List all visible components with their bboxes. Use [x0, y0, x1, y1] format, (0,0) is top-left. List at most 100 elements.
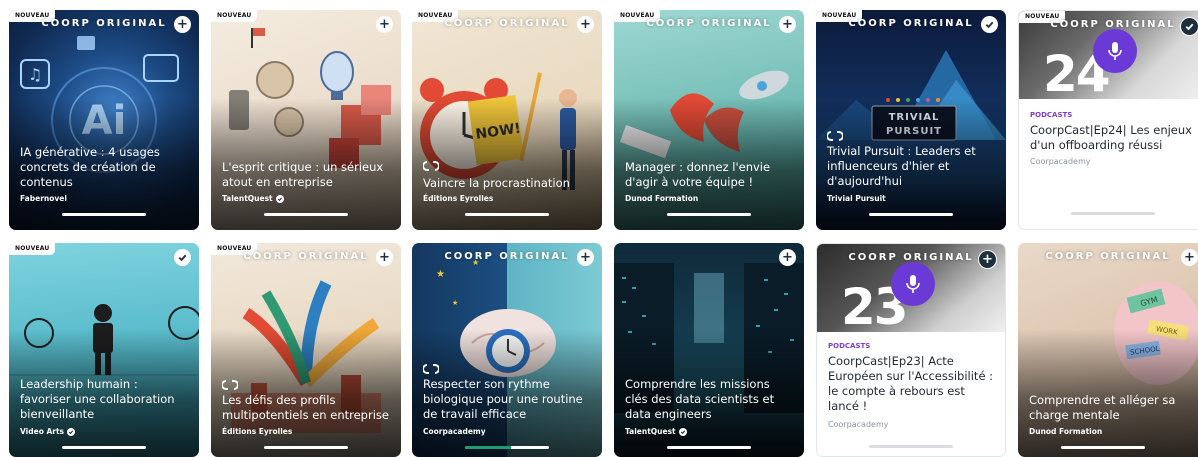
card-title: CoorpCast|Ep23| Acte Européen sur l'Acce…: [828, 354, 994, 413]
card-author: Coorpacademy: [1030, 157, 1091, 166]
podcast-category: PODCASTS: [828, 342, 871, 350]
card-author: Trivial Pursuit: [827, 194, 886, 203]
microphone-icon: [1093, 29, 1137, 73]
add-button[interactable]: +: [376, 16, 393, 33]
course-card-procrastination[interactable]: NOW! NOUVEAU COORP ORIGINAL + Vaincre la…: [412, 10, 602, 230]
author-name: TalentQuest: [625, 427, 676, 436]
card-title: Comprendre et alléger sa charge mentale: [1029, 393, 1176, 422]
author-name: Coorpacademy: [423, 427, 486, 436]
course-card-esprit-critique[interactable]: NOUVEAU + L'esprit critique : un sérieux…: [211, 10, 401, 230]
author-name: Dunod Formation: [1029, 427, 1103, 436]
card-author: Coorpacademy: [828, 420, 889, 429]
new-badge: NOUVEAU: [9, 243, 56, 255]
coorp-original-label: COORP ORIGINAL: [243, 251, 369, 262]
completed-check-button[interactable]: [981, 16, 998, 33]
author-name: Trivial Pursuit: [827, 194, 886, 203]
check-icon: [178, 254, 187, 262]
course-card-trivial-pursuit[interactable]: TRIVIAL PURSUIT NOUVEAU COORP ORIGINAL T…: [816, 10, 1006, 230]
coorp-original-label: COORP ORIGINAL: [1045, 251, 1171, 262]
verified-icon: [67, 427, 76, 436]
course-card-manager[interactable]: NOUVEAU COORP ORIGINAL + Manager : donne…: [614, 10, 804, 230]
coorp-original-label: COORP ORIGINAL: [848, 18, 974, 29]
card-author: Dunod Formation: [1029, 427, 1102, 436]
plus-icon: +: [1184, 250, 1195, 265]
add-button[interactable]: +: [376, 249, 393, 266]
course-card-rythme-biologique[interactable]: ★ ★ ★ COORP ORIGINAL + Respecter son ryt…: [412, 243, 602, 457]
podcast-card-ep24[interactable]: 24 NOUVEAU COORP ORIGINAL PODCASTS Coorp…: [1018, 10, 1198, 230]
card-title: L'esprit critique : un sérieux atout en …: [222, 160, 384, 189]
plus-icon: +: [782, 17, 793, 32]
progress-bar: [869, 213, 953, 216]
progress-bar: [465, 446, 549, 449]
card-title: IA générative : 4 usages concrets de cré…: [20, 145, 160, 189]
progress-fill: [465, 446, 512, 449]
card-author: Éditions Eyrolles: [222, 427, 292, 436]
add-button[interactable]: +: [779, 249, 796, 266]
progress-bar: [62, 446, 146, 449]
svg-text:★: ★: [452, 299, 458, 307]
progress-bar: [869, 445, 953, 448]
card-author: TalentQuest: [222, 194, 284, 203]
progress-bar: [1071, 212, 1155, 215]
card-author: Fabernovel: [20, 194, 67, 203]
coorp-original-label: COORP ORIGINAL: [41, 18, 167, 29]
podcast-category: PODCASTS: [1030, 111, 1073, 119]
progress-bar: [62, 213, 146, 216]
card-author: Coorpacademy: [423, 427, 486, 436]
coorp-original-label: COORP ORIGINAL: [444, 18, 570, 29]
author-name: Fabernovel: [20, 194, 67, 203]
card-author: TalentQuest: [625, 427, 687, 436]
progress-bar: [264, 446, 348, 449]
card-title: Trivial Pursuit : Leaders et influenceur…: [827, 144, 976, 188]
progress-bar: [667, 213, 751, 216]
add-button[interactable]: +: [577, 16, 594, 33]
course-card-leadership-humain[interactable]: NOUVEAU Leadership humain : favoriser un…: [9, 243, 199, 457]
podcast-card-ep23[interactable]: 23 COORP ORIGINAL + PODCASTS CoorpCast|E…: [816, 243, 1006, 457]
microphone-icon: [891, 262, 935, 306]
course-card-ia-generative[interactable]: Ai ♫ NOUVEAU COORP ORIGINAL + IA générat…: [9, 10, 199, 230]
card-author: Dunod Formation: [625, 194, 698, 203]
new-badge: NOUVEAU: [211, 10, 258, 22]
card-title: CoorpCast|Ep24| Les enjeux d'un offboard…: [1030, 123, 1192, 152]
card-author: Video Arts: [20, 427, 76, 436]
plus-icon: +: [982, 252, 993, 267]
author-name: Dunod Formation: [625, 194, 699, 203]
plus-icon: +: [580, 250, 591, 265]
add-button[interactable]: +: [779, 16, 796, 33]
card-title: Respecter son rythme biologique pour une…: [423, 377, 583, 421]
completed-check-button[interactable]: [174, 249, 191, 266]
svg-text:♫: ♫: [28, 65, 42, 84]
card-title: Comprendre les missions clés des data sc…: [625, 377, 775, 421]
course-card-data-scientists[interactable]: + Comprendre les missions clés des data …: [614, 243, 804, 457]
verified-icon: [275, 194, 284, 203]
course-grid: Ai ♫ NOUVEAU COORP ORIGINAL + IA générat…: [0, 0, 1198, 457]
plus-icon: +: [379, 17, 390, 32]
author-name: TalentQuest: [222, 194, 273, 203]
completed-check-button[interactable]: [1180, 17, 1198, 36]
add-button[interactable]: +: [174, 16, 191, 33]
progress-bar: [667, 446, 751, 449]
add-button[interactable]: +: [978, 250, 997, 269]
coorp-original-label: COORP ORIGINAL: [848, 252, 974, 263]
loop-icon: [422, 359, 440, 378]
coorp-original-label: COORP ORIGINAL: [646, 18, 772, 29]
card-title: Leadership humain : favoriser une collab…: [20, 377, 175, 421]
coorp-original-label: COORP ORIGINAL: [444, 251, 570, 262]
card-title: Les défis des profils multipotentiels en…: [222, 393, 389, 422]
card-author: Éditions Eyrolles: [423, 194, 493, 203]
course-card-multipotentiels[interactable]: NOUVEAU COORP ORIGINAL + Les défis des p…: [211, 243, 401, 457]
progress-bar: [1061, 446, 1145, 449]
loop-icon: [826, 126, 844, 145]
loop-icon: [221, 375, 239, 394]
check-icon: [985, 21, 994, 29]
progress-bar: [465, 213, 549, 216]
course-card-charge-mentale[interactable]: GYM WORK SCHOOL COORP ORIGINAL + Compren…: [1018, 243, 1198, 457]
add-button[interactable]: +: [1181, 249, 1198, 266]
loop-icon: [422, 156, 440, 175]
card-shade: [412, 98, 602, 230]
plus-icon: +: [782, 250, 793, 265]
plus-icon: +: [580, 17, 591, 32]
add-button[interactable]: +: [577, 249, 594, 266]
verified-icon: [678, 427, 687, 436]
check-icon: [1185, 23, 1194, 31]
